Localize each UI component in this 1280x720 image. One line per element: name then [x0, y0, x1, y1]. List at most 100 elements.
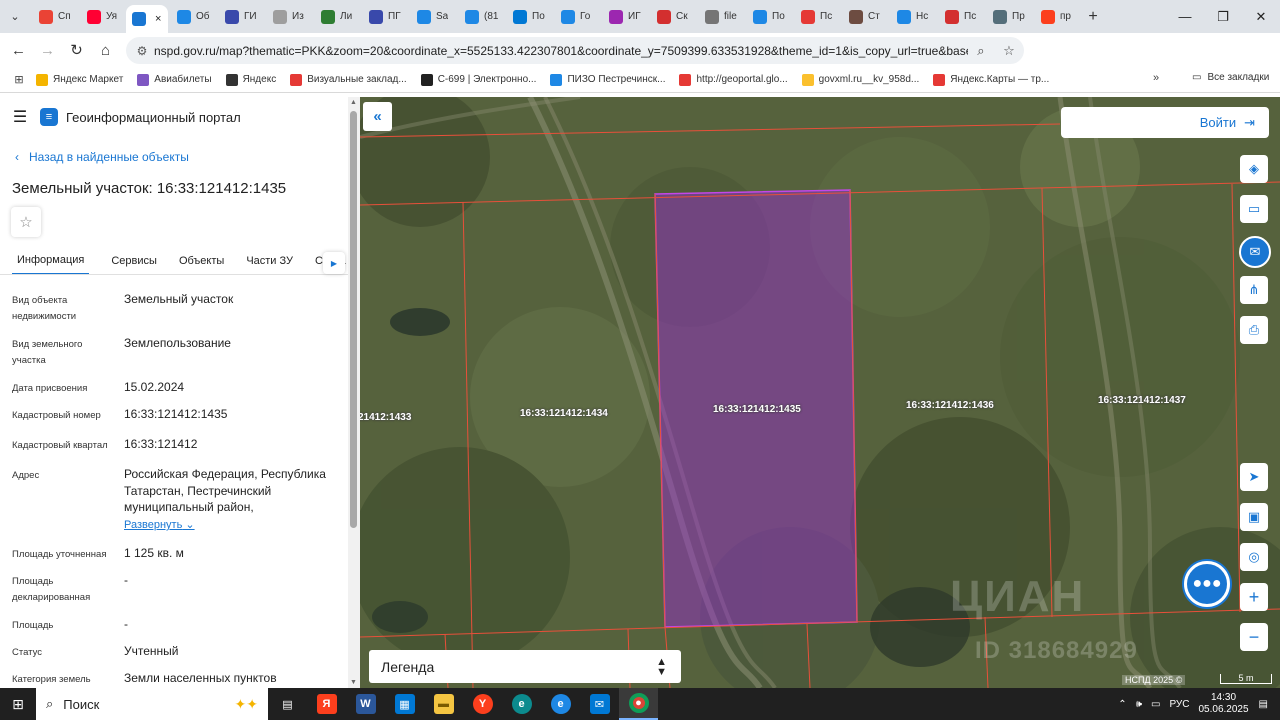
more-bookmarks-icon[interactable]: »	[1153, 72, 1159, 84]
bookmark-item[interactable]: http://geoportal.glo...	[679, 73, 788, 86]
browser-tab[interactable]: ИГ	[600, 0, 648, 33]
legend-dropdown[interactable]: Легенда ▲ ▼	[369, 650, 681, 683]
browser-tab[interactable]: Ли	[312, 0, 360, 33]
browser-tab[interactable]: По	[744, 0, 792, 33]
panel-tab[interactable]: Объекты	[179, 247, 224, 274]
browser-tab[interactable]: Пр	[984, 0, 1032, 33]
tray-chevron-icon[interactable]: ⌃	[1118, 699, 1126, 710]
browser-tab[interactable]: ×	[126, 5, 168, 33]
login-button[interactable]: Войти ⇥	[1061, 107, 1269, 138]
bookmark-item[interactable]: Визуальные заклад...	[290, 73, 407, 86]
tab-title: Пр	[1012, 11, 1025, 22]
browser-tab[interactable]: Сп	[30, 0, 78, 33]
browser-tab[interactable]: пр	[1032, 0, 1080, 33]
expand-address-link[interactable]: Развернуть ⌄	[124, 518, 195, 531]
new-tab-button[interactable]: +	[1080, 8, 1106, 26]
tab-title: Из	[292, 11, 304, 22]
browser-tab[interactable]: Ст	[840, 0, 888, 33]
tab-title: file	[724, 11, 737, 22]
menu-icon[interactable]: ☰	[0, 107, 40, 127]
browser-tab[interactable]: Пс	[792, 0, 840, 33]
word-app-icon[interactable]: W	[346, 688, 385, 720]
panel-tab[interactable]: Информация	[12, 247, 90, 274]
browser-tab[interactable]: (81	[456, 0, 504, 33]
zoom-icon[interactable]: ⌕	[977, 43, 984, 59]
bookmark-item[interactable]: Яндекс	[225, 73, 276, 86]
browser-tab[interactable]: Sa	[408, 0, 456, 33]
bookmark-item[interactable]: ПИЗО Пестречинск...	[550, 73, 665, 86]
notifications-icon[interactable]: ▤	[1259, 699, 1268, 710]
my-location-button[interactable]: ➤	[1240, 463, 1268, 491]
bookmark-item[interactable]: govxml.ru__kv_958d...	[801, 73, 919, 86]
browser-tab[interactable]: Пс	[936, 0, 984, 33]
panel-scrollbar[interactable]: ▲ ▼	[348, 97, 360, 688]
mail-app-icon[interactable]: ✉	[580, 688, 619, 720]
layers-button[interactable]: ◈	[1240, 155, 1268, 183]
map-view[interactable]: 21412:1433 16:33:121412:1434 16:33:12141…	[360, 97, 1280, 688]
network-icon[interactable]: ▭	[1151, 699, 1160, 710]
back-button[interactable]: ←	[4, 33, 33, 67]
geolocate-button[interactable]: ◎	[1240, 543, 1268, 571]
edge-app-icon[interactable]: e	[502, 688, 541, 720]
task-view-button[interactable]: ▤	[268, 688, 307, 720]
bookmark-item[interactable]: Авиабилеты	[137, 73, 212, 86]
all-bookmarks-button[interactable]: ▭ Все закладки	[1192, 72, 1269, 83]
browser-tab[interactable]: Из	[264, 0, 312, 33]
zoom-in-button[interactable]: +	[1240, 583, 1268, 611]
maximize-button[interactable]: ❐	[1204, 0, 1242, 33]
file-explorer-icon[interactable]: ▬	[424, 688, 463, 720]
scroll-up-icon[interactable]: ▲	[350, 99, 357, 106]
volume-icon[interactable]: 🕪	[1136, 699, 1142, 710]
browser-tab[interactable]: ПГ	[360, 0, 408, 33]
ruler-button[interactable]: ▭	[1240, 195, 1268, 223]
browser-tab[interactable]: file	[696, 0, 744, 33]
back-to-results-link[interactable]: ‹ Назад в найденные объекты	[15, 150, 189, 164]
chat-button[interactable]: ●●●	[1184, 561, 1230, 607]
mail-icon	[465, 9, 479, 24]
bookmark-item[interactable]: Яндекс.Карты — тр...	[933, 73, 1049, 86]
panel-tab[interactable]: Части ЗУ	[246, 247, 293, 274]
url-text[interactable]: nspd.gov.ru/map?thematic=PKK&zoom=20&coo…	[154, 44, 968, 58]
close-window-button[interactable]: ✕	[1242, 0, 1280, 33]
browser-tab[interactable]: Нс	[888, 0, 936, 33]
home-button[interactable]: ⌂	[91, 33, 120, 67]
yandex-app-icon[interactable]: Я	[307, 688, 346, 720]
bookmark-item[interactable]: С-699 | Электронно...	[420, 73, 536, 86]
address-bar[interactable]: ⚙ nspd.gov.ru/map?thematic=PKK&zoom=20&c…	[126, 37, 1024, 64]
store-app-icon[interactable]: ▦	[385, 688, 424, 720]
panel-tab[interactable]: Сервисы	[111, 247, 157, 274]
close-tab-icon[interactable]: ×	[155, 13, 161, 25]
browser-tab[interactable]: ГИ	[216, 0, 264, 33]
browser-tab[interactable]: Уя	[78, 0, 126, 33]
browser-tab[interactable]: Ск	[648, 0, 696, 33]
scroll-down-icon[interactable]: ▼	[350, 679, 357, 686]
tab-search-button[interactable]: ⌄	[0, 0, 30, 33]
minimap-button[interactable]: ▣	[1240, 503, 1268, 531]
language-indicator[interactable]: РУС	[1169, 699, 1189, 710]
bookmark-item[interactable]: Яндекс Маркет	[36, 73, 123, 86]
favorite-star-button[interactable]: ☆	[11, 207, 41, 237]
forward-button[interactable]: →	[33, 33, 62, 67]
yandex-browser-icon[interactable]: Y	[463, 688, 502, 720]
reload-button[interactable]: ↻	[62, 33, 91, 67]
chrome-app-icon[interactable]: ●	[619, 688, 658, 720]
clock[interactable]: 14:30 05.06.2025	[1198, 692, 1248, 716]
print-button[interactable]: ⎙	[1240, 316, 1268, 344]
zoom-out-button[interactable]: −	[1240, 623, 1268, 651]
tabs-scroll-right-button[interactable]: ▶	[323, 252, 345, 274]
feedback-button[interactable]: ✉	[1239, 236, 1271, 268]
ie-app-icon[interactable]: e	[541, 688, 580, 720]
taskbar-search[interactable]: ⌕ Поиск ✦✦	[36, 688, 268, 720]
bookmark-star-icon[interactable]: ☆	[1003, 43, 1015, 59]
minimize-button[interactable]: —	[1166, 0, 1204, 33]
browser-tab[interactable]: Го	[552, 0, 600, 33]
site-info-icon[interactable]: ⚙	[130, 44, 154, 58]
browser-tab[interactable]: Об	[168, 0, 216, 33]
windows-start-button[interactable]: ⊞	[0, 688, 36, 720]
collapse-panel-button[interactable]: «	[363, 102, 392, 131]
browser-tab[interactable]: По	[504, 0, 552, 33]
map-canvas[interactable]	[360, 97, 1280, 688]
apps-grid-icon[interactable]: ⊞	[6, 73, 32, 86]
share-button[interactable]: ⋔	[1240, 276, 1268, 304]
scroll-thumb[interactable]	[350, 111, 357, 528]
